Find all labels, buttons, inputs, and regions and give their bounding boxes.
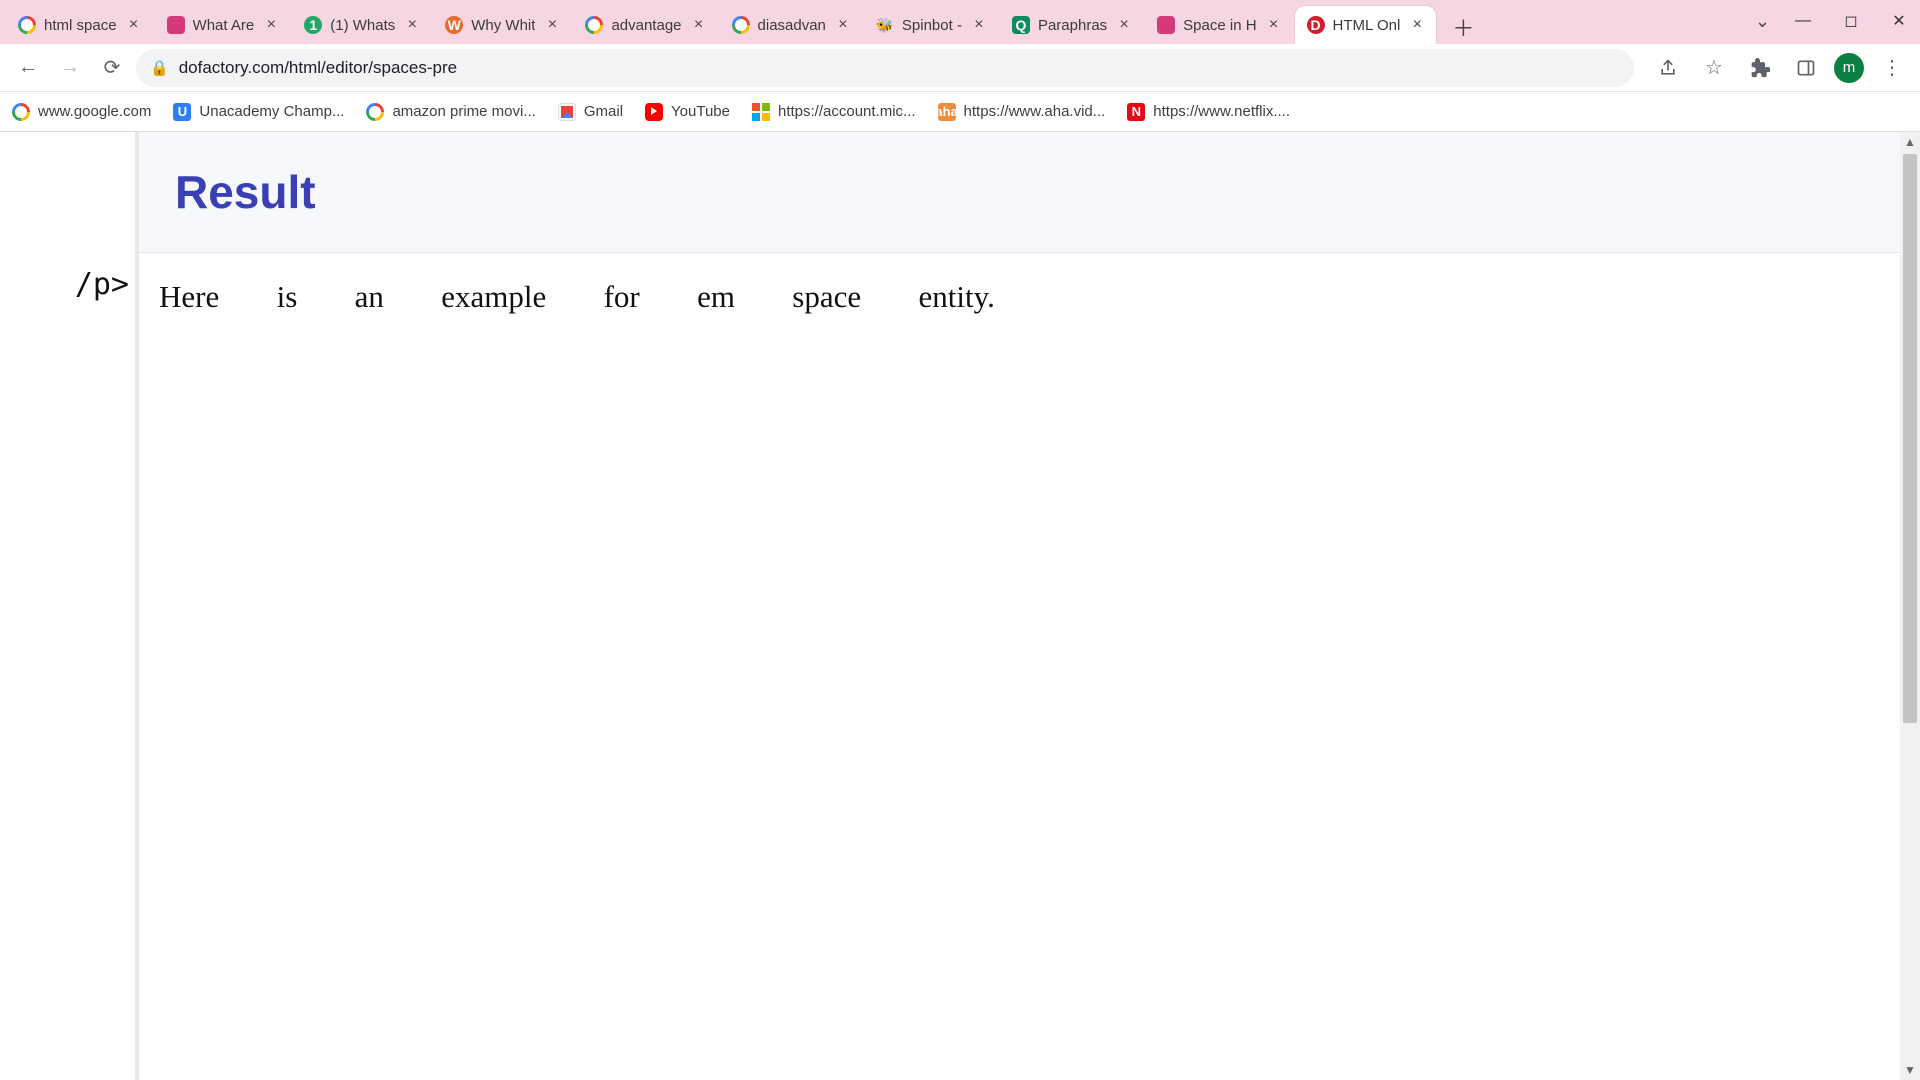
- tab-label: Paraphras: [1038, 17, 1107, 34]
- bookmark-item[interactable]: N https://www.netflix....: [1127, 103, 1290, 121]
- bookmark-item[interactable]: https://account.mic...: [752, 103, 916, 121]
- close-icon[interactable]: ×: [690, 16, 708, 34]
- close-icon[interactable]: ×: [834, 16, 852, 34]
- new-tab-button[interactable]: ＋: [1446, 10, 1480, 44]
- bookmark-label: https://www.netflix....: [1153, 103, 1290, 120]
- result-text: Here is an example for em space entity.: [159, 279, 1900, 315]
- maximize-icon[interactable]: ◻: [1836, 6, 1866, 36]
- back-button[interactable]: ←: [10, 50, 46, 86]
- bookmark-favicon: U: [173, 103, 191, 121]
- forward-button[interactable]: →: [52, 50, 88, 86]
- tab-label: html space: [44, 17, 117, 34]
- gmail-icon: [558, 103, 576, 121]
- tab-search-icon[interactable]: ⌄: [1755, 11, 1770, 32]
- bookmark-label: amazon prime movi...: [392, 103, 535, 120]
- tab-label: advantage: [611, 17, 681, 34]
- bookmark-item[interactable]: aha https://www.aha.vid...: [938, 103, 1106, 121]
- result-body: Here is an example for em space entity.: [139, 252, 1920, 1080]
- sidepanel-icon[interactable]: [1788, 50, 1824, 86]
- tab-favicon: 🐝: [876, 16, 894, 34]
- scroll-up-icon[interactable]: ▲: [1900, 132, 1920, 152]
- browser-toolbar: ← → ⟳ 🔒 dofactory.com/html/editor/spaces…: [0, 44, 1920, 92]
- result-heading: Result: [175, 165, 316, 219]
- bookmark-label: https://account.mic...: [778, 103, 916, 120]
- tab-favicon: [167, 16, 185, 34]
- close-icon[interactable]: ×: [1115, 16, 1133, 34]
- window-controls: ⌄ — ◻ ✕: [1755, 6, 1914, 36]
- tab-favicon: W: [445, 16, 463, 34]
- editor-panel[interactable]: /p>: [0, 132, 135, 1080]
- tab-1[interactable]: What Are ×: [155, 6, 291, 44]
- scroll-thumb[interactable]: [1903, 154, 1917, 723]
- result-header: Result: [139, 132, 1920, 252]
- youtube-icon: [645, 103, 663, 121]
- tab-4[interactable]: advantage ×: [573, 6, 717, 44]
- toolbar-right: ☆ m ⋮: [1650, 50, 1910, 86]
- tab-6[interactable]: 🐝 Spinbot - ×: [864, 6, 998, 44]
- tab-2[interactable]: 1 (1) Whats ×: [292, 6, 431, 44]
- tab-label: Spinbot -: [902, 17, 962, 34]
- lock-icon: 🔒: [150, 59, 169, 77]
- bookmark-label: https://www.aha.vid...: [964, 103, 1106, 120]
- tab-favicon: Q: [1012, 16, 1030, 34]
- tab-favicon: D: [1307, 16, 1325, 34]
- bookmark-label: Unacademy Champ...: [199, 103, 344, 120]
- browser-tabstrip: html space × What Are × 1 (1) Whats × W …: [0, 0, 1920, 44]
- tab-7[interactable]: Q Paraphras ×: [1000, 6, 1143, 44]
- kebab-menu-icon[interactable]: ⋮: [1874, 50, 1910, 86]
- tab-label: Why Whit: [471, 17, 535, 34]
- share-icon[interactable]: [1650, 50, 1686, 86]
- tab-label: What Are: [193, 17, 255, 34]
- tab-3[interactable]: W Why Whit ×: [433, 6, 571, 44]
- tab-favicon: [18, 16, 36, 34]
- minimize-icon[interactable]: —: [1788, 6, 1818, 36]
- netflix-icon: N: [1127, 103, 1145, 121]
- bookmark-label: YouTube: [671, 103, 730, 120]
- tab-label: Space in H: [1183, 17, 1256, 34]
- aha-icon: aha: [938, 103, 956, 121]
- address-bar[interactable]: 🔒 dofactory.com/html/editor/spaces-pre: [136, 49, 1634, 87]
- bookmark-item[interactable]: amazon prime movi...: [366, 103, 535, 121]
- tab-favicon: [585, 16, 603, 34]
- bookmark-item[interactable]: www.google.com: [12, 103, 151, 121]
- tab-label: (1) Whats: [330, 17, 395, 34]
- scroll-down-icon[interactable]: ▼: [1900, 1060, 1920, 1080]
- profile-avatar[interactable]: m: [1834, 53, 1864, 83]
- bookmark-label: Gmail: [584, 103, 623, 120]
- result-panel: Result Here is an example for em space e…: [138, 132, 1920, 1080]
- tab-label: diasadvan: [758, 17, 826, 34]
- tab-favicon: [732, 16, 750, 34]
- reload-button[interactable]: ⟳: [94, 50, 130, 86]
- bookmark-item[interactable]: U Unacademy Champ...: [173, 103, 344, 121]
- bookmark-favicon: [12, 103, 30, 121]
- close-window-icon[interactable]: ✕: [1884, 6, 1914, 36]
- close-icon[interactable]: ×: [970, 16, 988, 34]
- bookmark-item[interactable]: Gmail: [558, 103, 623, 121]
- tab-5[interactable]: diasadvan ×: [720, 6, 862, 44]
- code-fragment: /p>: [75, 267, 135, 302]
- bookmarks-bar: www.google.com U Unacademy Champ... amaz…: [0, 92, 1920, 132]
- close-icon[interactable]: ×: [403, 16, 421, 34]
- tab-favicon: 1: [304, 16, 322, 34]
- tab-0[interactable]: html space ×: [6, 6, 153, 44]
- url-text: dofactory.com/html/editor/spaces-pre: [179, 58, 457, 78]
- close-icon[interactable]: ×: [125, 16, 143, 34]
- scrollbar-vertical[interactable]: ▲ ▼: [1900, 132, 1920, 1080]
- tab-favicon: [1157, 16, 1175, 34]
- close-icon[interactable]: ×: [1265, 16, 1283, 34]
- tab-9-active[interactable]: D HTML Onl ×: [1295, 6, 1437, 44]
- bookmark-label: www.google.com: [38, 103, 151, 120]
- close-icon[interactable]: ×: [262, 16, 280, 34]
- page-content: /p> Result Here is an example for em spa…: [0, 132, 1920, 1080]
- tab-label: HTML Onl: [1333, 17, 1401, 34]
- tab-8[interactable]: Space in H ×: [1145, 6, 1292, 44]
- bookmark-favicon: [366, 103, 384, 121]
- bookmark-item[interactable]: YouTube: [645, 103, 730, 121]
- extensions-icon[interactable]: [1742, 50, 1778, 86]
- close-icon[interactable]: ×: [1408, 16, 1426, 34]
- close-icon[interactable]: ×: [543, 16, 561, 34]
- microsoft-icon: [752, 103, 770, 121]
- bookmark-star-icon[interactable]: ☆: [1696, 50, 1732, 86]
